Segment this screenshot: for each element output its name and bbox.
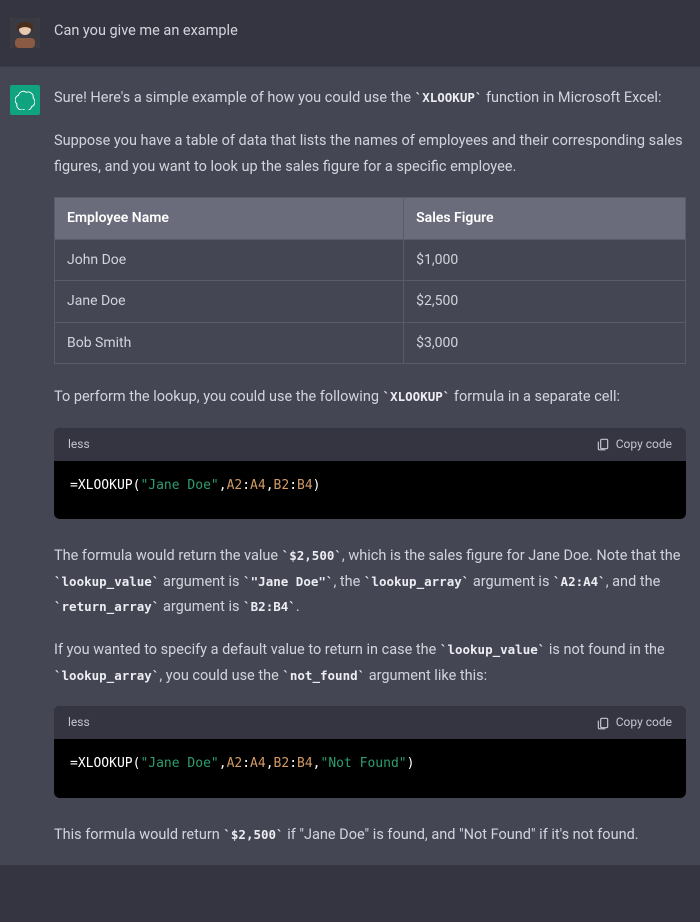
assistant-message: Sure! Here's a simple example of how you… [0,66,700,865]
code-header: less Copy code [54,706,686,739]
user-message: Can you give me an example [0,0,700,66]
user-avatar [10,18,40,48]
table-row: Jane Doe$2,500 [55,281,686,323]
inline-code: `lookup_array` [54,668,159,683]
inline-code: `$2,500` [223,827,283,842]
copy-code-button[interactable]: Copy code [596,434,672,455]
paragraph: This formula would return `$2,500` if "J… [54,822,686,847]
inline-code: `"Jane Doe"` [243,574,333,589]
inline-code: `lookup_value` [54,574,159,589]
inline-code: `B2:B4` [243,599,296,614]
inline-code: `return_array` [54,599,159,614]
inline-code: `lookup_value` [440,642,545,657]
code-lang-label: less [68,434,90,455]
inline-code: `A2:A4` [553,574,606,589]
assistant-avatar [10,85,40,115]
table-row: Bob Smith$3,000 [55,322,686,364]
inline-code: `lookup_array` [364,574,469,589]
code-block: less Copy code =XLOOKUP("Jane Doe",A2:A4… [54,706,686,798]
assistant-content: Sure! Here's a simple example of how you… [54,85,686,847]
inline-code: `XLOOKUP` [415,90,483,105]
clipboard-icon [596,437,610,451]
paragraph: To perform the lookup, you could use the… [54,384,686,409]
code-block: less Copy code =XLOOKUP("Jane Doe",A2:A4… [54,428,686,520]
inline-code: `$2,500` [282,548,342,563]
code-header: less Copy code [54,428,686,461]
code-content[interactable]: =XLOOKUP("Jane Doe",A2:A4,B2:B4,"Not Fou… [54,739,686,798]
paragraph: The formula would return the value `$2,5… [54,543,686,619]
code-content[interactable]: =XLOOKUP("Jane Doe",A2:A4,B2:B4) [54,461,686,520]
inline-code: `not_found` [282,668,365,683]
data-table: Employee Name Sales Figure John Doe$1,00… [54,197,686,364]
user-text: Can you give me an example [54,18,686,48]
table-header: Sales Figure [404,198,686,240]
copy-code-button[interactable]: Copy code [596,712,672,733]
paragraph: Suppose you have a table of data that li… [54,128,686,179]
inline-code: `XLOOKUP` [383,389,451,404]
clipboard-icon [596,716,610,730]
paragraph: If you wanted to specify a default value… [54,637,686,688]
table-header: Employee Name [55,198,404,240]
paragraph: Sure! Here's a simple example of how you… [54,85,686,110]
code-lang-label: less [68,712,90,733]
table-row: John Doe$1,000 [55,239,686,281]
